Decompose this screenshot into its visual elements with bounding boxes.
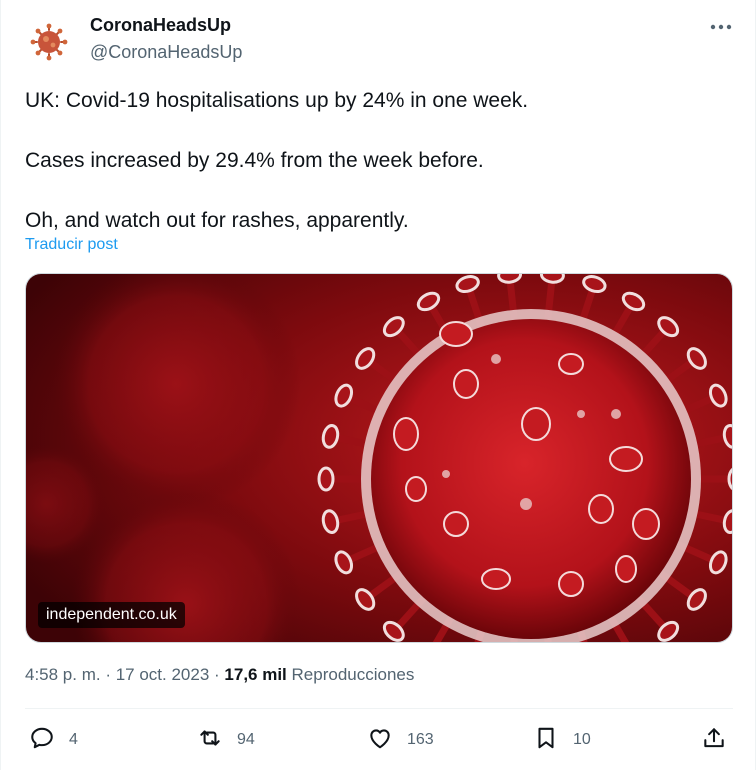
meta-separator: · — [100, 665, 116, 684]
heart-icon — [367, 725, 393, 756]
divider — [25, 708, 733, 709]
bookmark-count: 10 — [573, 731, 591, 748]
media-domain-label: independent.co.uk — [38, 602, 185, 628]
repost-button[interactable]: 94 — [197, 720, 255, 760]
virus-image — [26, 274, 732, 642]
post-paragraph: Oh, and watch out for rashes, apparently… — [25, 209, 409, 232]
bookmark-icon — [533, 725, 559, 756]
like-button[interactable]: 163 — [367, 720, 434, 760]
reply-count: 4 — [69, 731, 78, 748]
action-bar: 4 94 163 10 — [25, 720, 733, 760]
more-options-icon[interactable] — [707, 16, 735, 38]
post-time[interactable]: 4:58 p. m. — [25, 665, 101, 684]
share-icon — [701, 725, 727, 756]
like-count: 163 — [407, 731, 434, 748]
meta-separator: · — [209, 665, 225, 684]
post-paragraph: Cases increased by 29.4% from the week b… — [25, 149, 484, 172]
post-date[interactable]: 17 oct. 2023 — [116, 665, 210, 684]
post-card: CoronaHeadsUp @CoronaHeadsUp UK: Covid-1… — [0, 0, 756, 770]
post-metadata: 4:58 p. m. · 17 oct. 2023 · 17,6 mil Rep… — [25, 665, 414, 685]
post-paragraph: UK: Covid-19 hospitalisations up by 24% … — [25, 89, 529, 112]
reply-button[interactable]: 4 — [29, 720, 78, 760]
coronavirus-avatar-icon[interactable] — [27, 20, 71, 64]
reply-icon — [29, 725, 55, 756]
post-text: UK: Covid-19 hospitalisations up by 24% … — [25, 86, 725, 236]
views-count: 17,6 mil — [224, 665, 287, 684]
repost-count: 94 — [237, 731, 255, 748]
author-handle[interactable]: @CoronaHeadsUp — [90, 42, 242, 63]
media-card[interactable]: independent.co.uk — [25, 273, 733, 643]
translate-post-link[interactable]: Traducir post — [25, 236, 118, 254]
views-label: Reproducciones — [291, 665, 415, 684]
share-button[interactable] — [701, 720, 727, 760]
repost-icon — [197, 725, 223, 756]
author-display-name[interactable]: CoronaHeadsUp — [90, 15, 231, 36]
bookmark-button[interactable]: 10 — [533, 720, 591, 760]
